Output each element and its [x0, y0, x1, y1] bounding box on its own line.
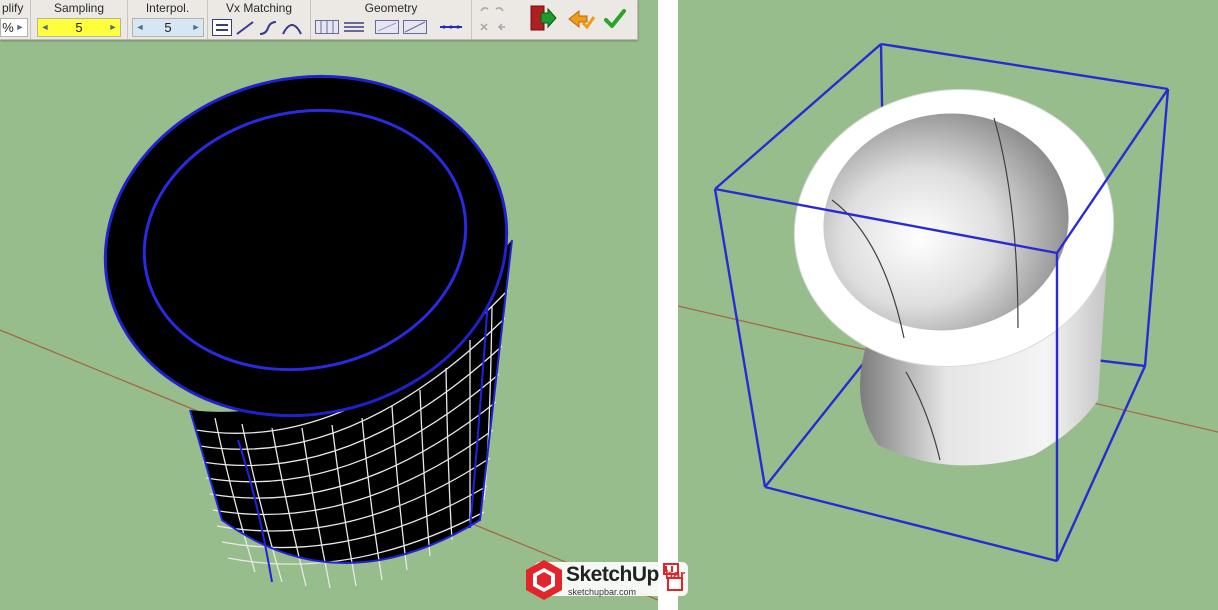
vx-matching-group: Vx Matching	[208, 0, 311, 39]
watermark-url-text: sketchupbar.com	[568, 587, 637, 597]
right-viewport[interactable]	[678, 0, 1218, 610]
sampling-group: Sampling ◄ 5 ►	[31, 0, 128, 39]
sketchupbar-watermark: SketchUp bar sketchupbar.com	[524, 556, 696, 606]
simplify-increase-arrow-icon[interactable]: ►	[13, 19, 27, 36]
interpol-increase-arrow-icon[interactable]: ►	[189, 19, 203, 36]
exit-icon[interactable]	[528, 4, 558, 32]
left-viewport[interactable]: plify % ► Sampling ◄ 5 ► Interpol. ◄ 5 ►…	[0, 0, 658, 610]
geometry-face-diagonal-icon[interactable]	[403, 20, 427, 34]
geometry-label: Geometry	[364, 1, 418, 15]
vx-match-line-icon[interactable]	[235, 19, 255, 36]
vx-match-arc-icon[interactable]	[281, 19, 303, 36]
geometry-dotted-line-icon[interactable]	[439, 22, 463, 32]
geometry-face-icon[interactable]	[375, 20, 399, 34]
left-viewport-scene	[0, 0, 658, 610]
vx-match-equal-icon[interactable]	[212, 19, 232, 36]
sampling-label: Sampling	[53, 1, 105, 15]
simplify-stepper[interactable]: % ►	[0, 18, 28, 37]
geometry-columns-icon[interactable]	[315, 20, 339, 34]
curviloft-toolbar: plify % ► Sampling ◄ 5 ► Interpol. ◄ 5 ►…	[0, 0, 638, 40]
sampling-increase-arrow-icon[interactable]: ►	[106, 19, 120, 36]
geometry-rows-icon[interactable]	[343, 20, 365, 34]
sampling-value: 5	[75, 20, 83, 35]
undo-redo-icons[interactable]	[477, 3, 517, 35]
interpol-label: Interpol.	[145, 1, 190, 15]
simplify-label: plify	[2, 1, 24, 15]
vx-matching-label: Vx Matching	[225, 1, 293, 15]
watermark-brand-text: SketchUp	[566, 563, 659, 586]
interpol-decrease-arrow-icon[interactable]: ◄	[133, 19, 147, 36]
revert-icon[interactable]	[566, 8, 596, 30]
simplify-group: plify % ►	[0, 0, 31, 39]
right-viewport-scene	[678, 0, 1218, 610]
validate-checkmark-icon[interactable]	[603, 7, 627, 31]
watermark-suffix-text: bar	[665, 567, 686, 582]
sampling-decrease-arrow-icon[interactable]: ◄	[38, 19, 52, 36]
geometry-group: Geometry	[311, 0, 472, 39]
vx-match-s-curve-icon[interactable]	[258, 19, 278, 36]
interpol-value: 5	[164, 20, 172, 35]
sampling-stepper[interactable]: ◄ 5 ►	[37, 18, 121, 37]
interpol-stepper[interactable]: ◄ 5 ►	[132, 18, 204, 37]
interpol-group: Interpol. ◄ 5 ►	[128, 0, 208, 39]
